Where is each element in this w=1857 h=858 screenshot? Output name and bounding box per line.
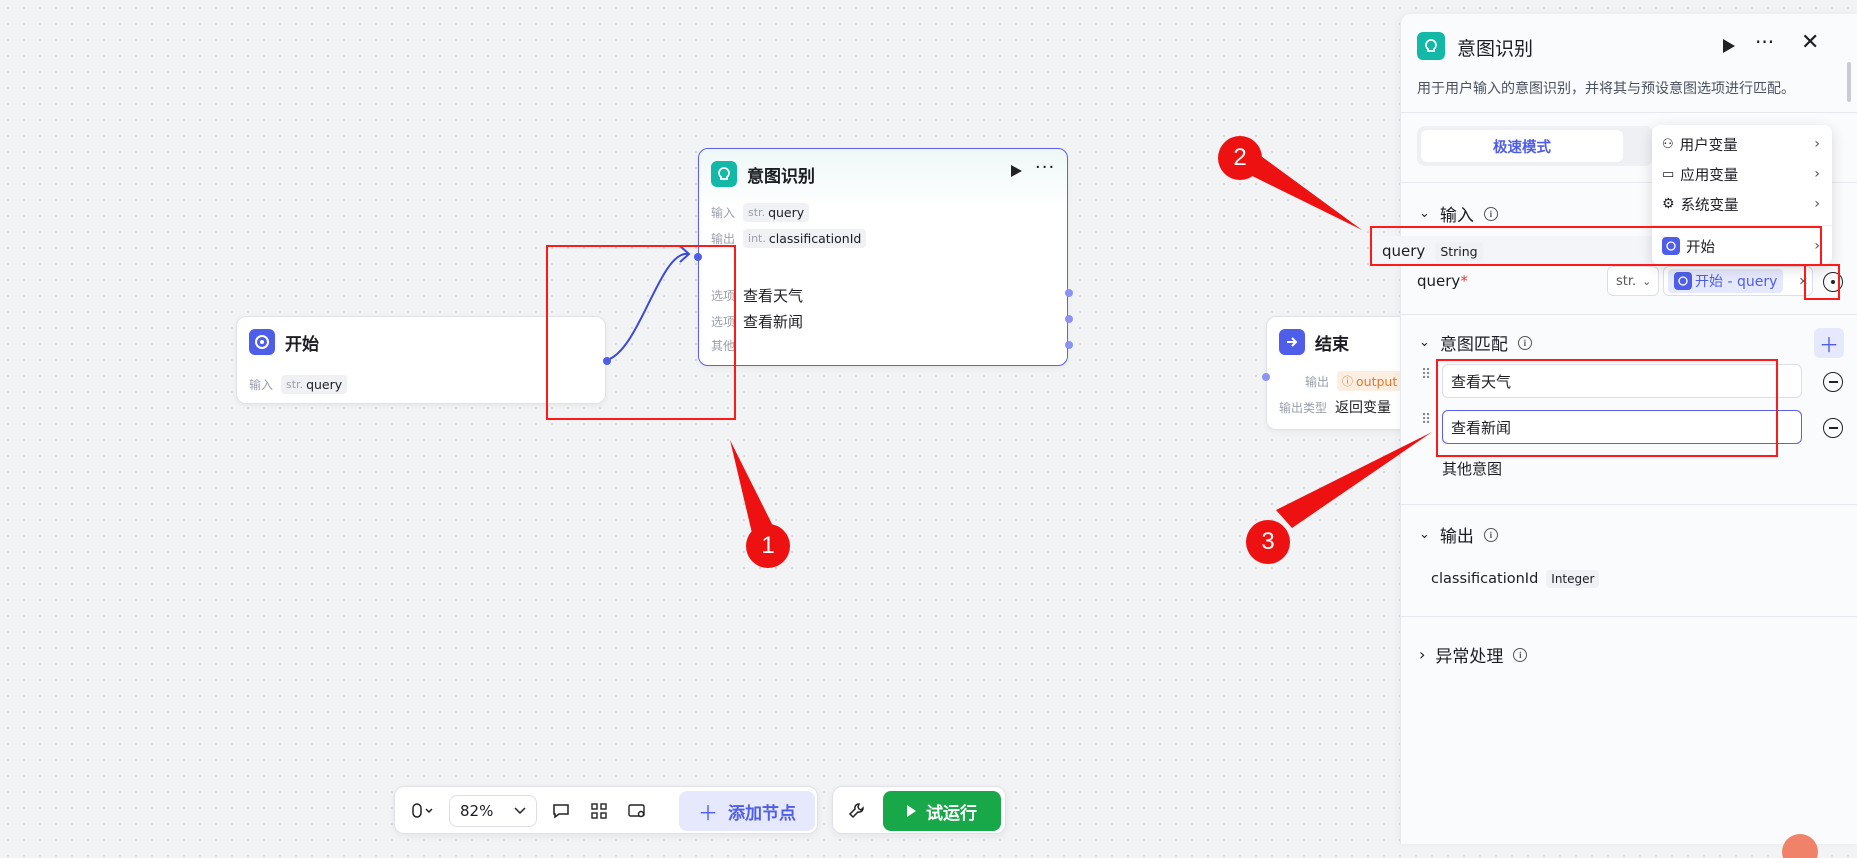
annotation-badge-2: 2 — [1218, 136, 1262, 180]
annotation-pointers — [730, 148, 1432, 550]
annotation-badge-3: 3 — [1246, 520, 1290, 564]
annotation-badge-1: 1 — [746, 524, 790, 568]
